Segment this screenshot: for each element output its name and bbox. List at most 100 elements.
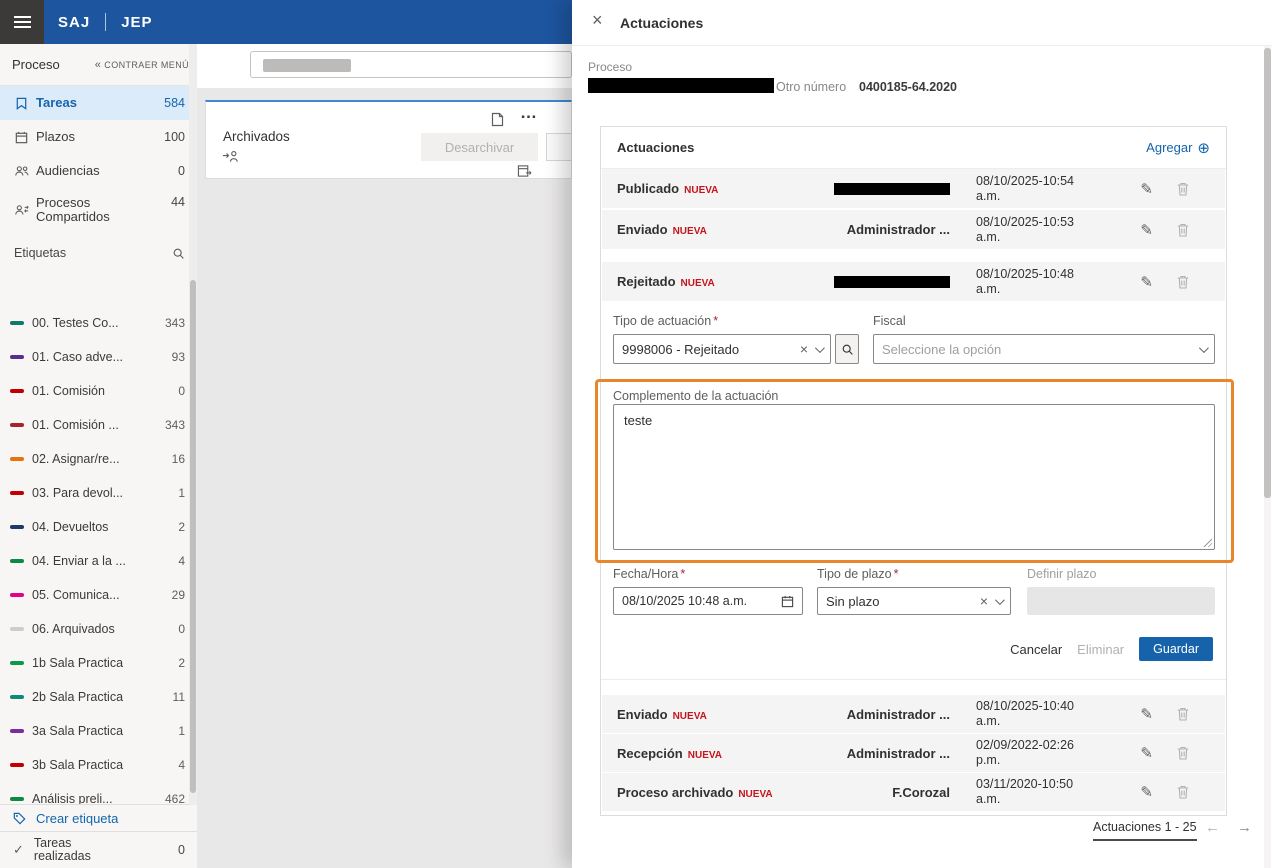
tag-color-dash xyxy=(10,661,24,665)
chevron-down-icon[interactable] xyxy=(994,594,1005,605)
tag-color-dash xyxy=(10,491,24,495)
document-icon[interactable] xyxy=(491,112,504,127)
create-tag-button[interactable]: Crear etiqueta xyxy=(0,804,197,831)
actuacion-row[interactable]: Enviado NUEVA Administrador ... 08/10/202… xyxy=(602,695,1225,733)
tag-item[interactable]: 01. Comisión ... 343 xyxy=(0,408,197,442)
tag-item[interactable]: 01. Comisión 0 xyxy=(0,374,197,408)
chevron-down-icon[interactable] xyxy=(814,342,825,353)
actuacion-user: Administrador ... xyxy=(846,745,950,761)
clear-icon[interactable]: × xyxy=(980,593,988,609)
previous-page-icon[interactable]: ← xyxy=(1205,819,1220,836)
delete-icon[interactable] xyxy=(1177,746,1189,760)
actuacion-title: Proceso archivado xyxy=(617,784,734,800)
fecha-hora-label: Fecha/Hora * xyxy=(613,567,686,581)
more-options-icon[interactable]: … xyxy=(520,103,538,123)
agregar-button[interactable]: Agregar ⊕ xyxy=(1146,139,1210,157)
tag-item[interactable]: 03. Para devol... 1 xyxy=(0,476,197,510)
tipo-plazo-label: Tipo de plazo * xyxy=(817,567,899,581)
tag-count: 93 xyxy=(171,350,185,364)
edit-icon[interactable]: ✎ xyxy=(1140,221,1153,239)
tag-label: 04. Enviar a la ... xyxy=(32,554,126,568)
tag-item[interactable]: 05. Comunica... 29 xyxy=(0,578,197,612)
edit-icon[interactable]: ✎ xyxy=(1140,180,1153,198)
actuaciones-box: Actuaciones Agregar ⊕ Publicado NUEVA 08/1… xyxy=(595,126,1234,816)
tag-item[interactable]: 00. Testes Co... 343 xyxy=(0,306,197,340)
tag-item[interactable]: 04. Devueltos 2 xyxy=(0,510,197,544)
sidebar-item-procesos-compartidos[interactable]: Procesos Compartidos 44 xyxy=(0,188,197,232)
cancelar-button[interactable]: Cancelar xyxy=(1010,642,1062,657)
edit-icon[interactable]: ✎ xyxy=(1140,744,1153,762)
tag-item[interactable]: 2b Sala Practica 11 xyxy=(0,680,197,714)
edit-icon[interactable]: ✎ xyxy=(1140,273,1153,291)
sidebar-item-plazos[interactable]: Plazos 100 xyxy=(0,120,197,154)
actuacion-row[interactable]: Proceso archivado NUEVA F.Corozal 03/11/2… xyxy=(602,773,1225,811)
pagination-label[interactable]: Actuaciones 1 - 25 xyxy=(1093,820,1197,841)
actuacion-date: 08/10/2025-10:54 a.m. xyxy=(976,173,1075,203)
tag-item[interactable]: 1b Sala Practica 2 xyxy=(0,646,197,680)
tipo-actuacion-combobox[interactable]: 9998006 - Rejeitado × xyxy=(613,334,831,364)
delete-icon[interactable] xyxy=(1177,182,1189,196)
redacted-text xyxy=(588,78,774,93)
fecha-hora-input[interactable]: 08/10/2025 10:48 a.m. xyxy=(613,587,803,615)
complemento-textarea[interactable]: teste xyxy=(613,404,1215,550)
sidebar-scrollbar-thumb[interactable] xyxy=(190,280,196,793)
tag-item[interactable]: 06. Arquivados 0 xyxy=(0,612,197,646)
delete-icon[interactable] xyxy=(1177,223,1189,237)
search-icon[interactable] xyxy=(172,247,185,260)
actuacion-row-expanded[interactable]: Rejeitado NUEVA 08/10/2025-10:48 a.m. ✎ xyxy=(602,262,1225,301)
tag-label: 01. Comisión ... xyxy=(32,418,119,432)
tag-item[interactable]: 3a Sala Practica 1 xyxy=(0,714,197,748)
sidebar-item-audiencias[interactable]: Audiencias 0 xyxy=(0,154,197,188)
chevron-down-icon[interactable] xyxy=(1198,342,1209,353)
resize-grip[interactable] xyxy=(1202,537,1212,547)
actuacion-row[interactable]: Enviado NUEVA Administrador ... 08/10/202… xyxy=(602,210,1225,249)
fiscal-dropdown[interactable]: Seleccione la opción xyxy=(873,334,1215,364)
delete-icon[interactable] xyxy=(1177,275,1189,289)
delete-icon[interactable] xyxy=(1177,785,1189,799)
tipo-actuacion-search-button[interactable] xyxy=(835,334,859,364)
close-icon[interactable]: × xyxy=(592,10,603,31)
actuacion-user: Administrador ... xyxy=(846,222,950,237)
tag-color-dash xyxy=(10,321,24,325)
sidebar: Proceso «CONTRAER MENÚ Tareas 584 Plazos… xyxy=(0,44,197,868)
tag-count: 0 xyxy=(178,622,185,636)
calendar-icon[interactable] xyxy=(781,595,794,608)
clear-icon[interactable]: × xyxy=(800,341,808,357)
panel-scrollbar[interactable] xyxy=(1264,46,1271,868)
partial-button[interactable] xyxy=(546,133,571,161)
tag-count: 0 xyxy=(178,384,185,398)
collapse-menu-button[interactable]: «CONTRAER MENÚ xyxy=(95,59,189,71)
tag-item[interactable]: 01. Caso adve... 93 xyxy=(0,340,197,374)
sidebar-item-tareas[interactable]: Tareas 584 xyxy=(0,86,197,120)
actuacion-row[interactable]: Publicado NUEVA 08/10/2025-10:54 a.m. ✎ xyxy=(602,169,1225,208)
eliminar-button[interactable]: Eliminar xyxy=(1077,642,1124,657)
sidebar-scrollbar[interactable] xyxy=(189,44,197,805)
actuacion-row[interactable]: Recepción NUEVA Administrador ... 02/09/2… xyxy=(602,734,1225,772)
desarchivar-button[interactable]: Desarchivar xyxy=(421,133,538,161)
tag-item[interactable]: 3b Sala Practica 4 xyxy=(0,748,197,782)
tag-item[interactable]: 04. Enviar a la ... 4 xyxy=(0,544,197,578)
edit-icon[interactable]: ✎ xyxy=(1140,783,1153,801)
tag-color-dash xyxy=(10,559,24,563)
edit-icon[interactable]: ✎ xyxy=(1140,705,1153,723)
search-input[interactable] xyxy=(250,51,572,78)
archivados-card[interactable]: … Archivados Desarchivar xyxy=(205,100,572,179)
next-page-icon[interactable]: → xyxy=(1237,819,1252,836)
done-tasks-item[interactable]: ✓ Tareas realizadas 0 xyxy=(0,831,197,868)
tag-color-dash xyxy=(10,525,24,529)
delete-icon[interactable] xyxy=(1177,707,1189,721)
panel-header: × Actuaciones xyxy=(572,0,1272,46)
redacted-text xyxy=(834,275,950,288)
assign-person-icon[interactable] xyxy=(222,150,239,163)
collapse-chevrons-icon: « xyxy=(94,58,102,71)
guardar-button[interactable]: Guardar xyxy=(1139,637,1213,661)
brand-jep: JEP xyxy=(121,13,153,31)
menu-button[interactable] xyxy=(0,0,44,44)
tag-item[interactable]: 02. Asignar/re... 16 xyxy=(0,442,197,476)
panel-scrollbar-thumb[interactable] xyxy=(1264,48,1271,498)
actuaciones-section-title: Actuaciones xyxy=(617,140,695,155)
tipo-plazo-combobox[interactable]: Sin plazo × xyxy=(817,587,1011,615)
tag-label: 3a Sala Practica xyxy=(32,724,124,738)
schedule-icon[interactable] xyxy=(517,164,532,178)
tag-label: 2b Sala Practica xyxy=(32,690,124,704)
